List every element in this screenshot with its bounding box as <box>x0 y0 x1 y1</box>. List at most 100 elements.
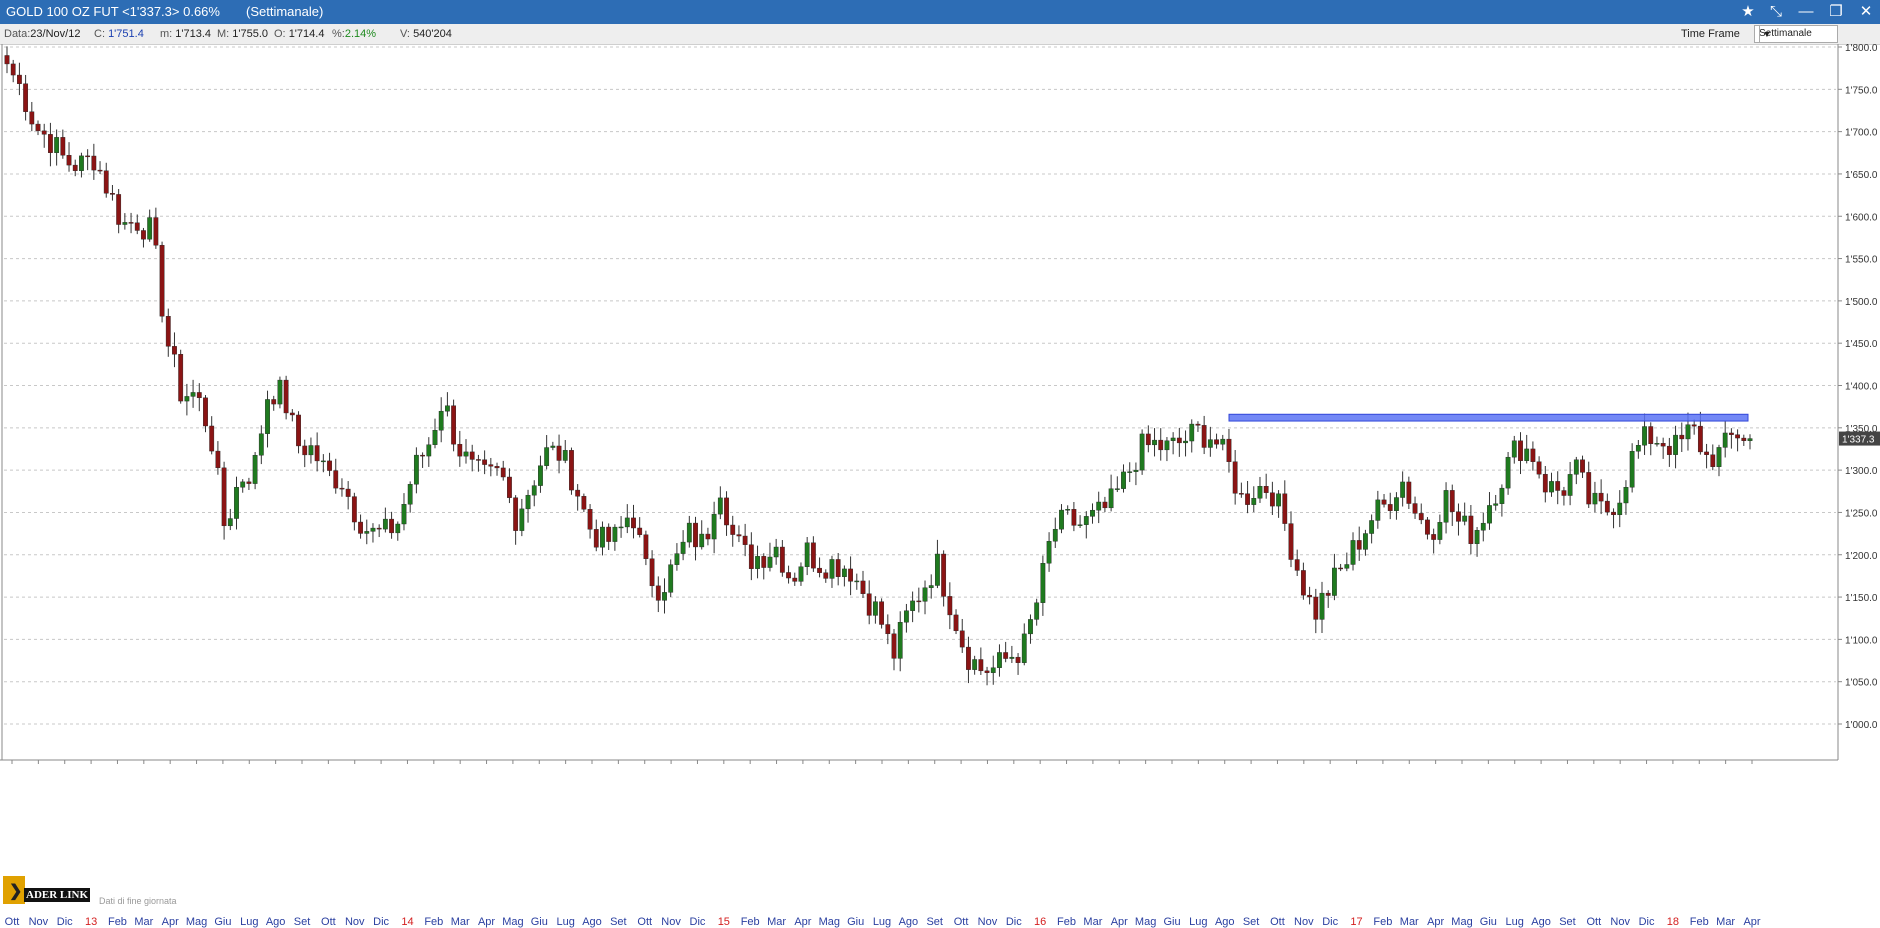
candle-down <box>1586 461 1592 508</box>
candle-down <box>358 514 363 539</box>
candle-down <box>705 527 711 546</box>
x-month-label: Lug <box>1189 916 1207 928</box>
x-month-label: Mag <box>1451 916 1472 928</box>
candle-down <box>655 576 661 613</box>
x-month-label: Ago <box>1215 916 1235 928</box>
candle-down <box>1226 428 1232 473</box>
candle-down <box>1381 494 1387 508</box>
x-month-label: Apr <box>1743 916 1760 928</box>
star-icon[interactable]: ★ <box>1738 2 1758 22</box>
candle-down <box>792 572 798 586</box>
candle-body <box>345 488 351 497</box>
candle-down <box>1015 653 1021 675</box>
timeframe-select[interactable]: Settimanale ▼ <box>1754 25 1838 43</box>
candle-up <box>1592 481 1598 513</box>
x-month-label: Mar <box>767 916 786 928</box>
candle-body <box>1300 570 1306 596</box>
candle-up <box>395 521 401 541</box>
candle-up <box>438 397 444 443</box>
candle-body <box>1586 472 1592 505</box>
candle-up <box>320 454 326 473</box>
candle-body <box>1145 433 1151 446</box>
minimize-icon[interactable]: — <box>1796 2 1816 22</box>
candle-up <box>1487 492 1492 530</box>
y-tick-label: 1'200.0 <box>1845 551 1878 562</box>
candle-up <box>1480 512 1486 542</box>
candle-body <box>1462 515 1468 522</box>
candle-down <box>60 129 66 159</box>
candle-up <box>122 213 128 230</box>
candle-body <box>382 518 388 530</box>
chevron-down-icon[interactable]: ▼ <box>1759 26 1774 42</box>
candle-body <box>1325 592 1331 596</box>
candle-down <box>1660 437 1666 459</box>
candle-body <box>699 533 705 548</box>
x-month-label: Feb <box>741 916 760 928</box>
candle-body <box>339 487 345 490</box>
candle-body <box>426 444 432 457</box>
candle-body <box>823 572 829 579</box>
candles <box>4 46 1753 686</box>
candle-down <box>1195 421 1201 432</box>
restore-icon[interactable]: ❐ <box>1826 2 1846 22</box>
candle-body <box>922 587 928 602</box>
candle-down <box>339 478 345 497</box>
candle-down <box>1735 429 1740 452</box>
candle-body <box>17 74 22 84</box>
info-date: Data:23/Nov/12 <box>4 28 81 40</box>
x-month-label: Nov <box>29 916 49 928</box>
candle-body <box>941 553 947 597</box>
candle-down <box>1542 465 1548 503</box>
candle-up <box>1474 527 1480 557</box>
candle-down <box>1325 590 1331 608</box>
candle-body <box>575 489 581 497</box>
candle-down <box>333 458 339 494</box>
candle-down <box>1728 428 1734 449</box>
candle-up <box>1276 490 1281 518</box>
candle-body <box>265 399 270 434</box>
close-icon[interactable]: ✕ <box>1856 2 1876 22</box>
candle-down <box>314 432 320 472</box>
x-month-label: Mar <box>1716 916 1735 928</box>
candle-up <box>432 418 438 449</box>
candle-up <box>1046 532 1052 572</box>
resistance-overlay[interactable] <box>1228 413 1749 422</box>
candle-body <box>1108 488 1114 509</box>
candle-body <box>1387 504 1393 511</box>
candle-body <box>1114 488 1120 490</box>
candle-down <box>637 517 643 538</box>
candle-up <box>401 493 407 531</box>
candle-down <box>476 454 481 472</box>
x-month-label: Nov <box>345 916 365 928</box>
candle-up <box>1183 430 1188 457</box>
candle-down <box>879 598 885 629</box>
candle-body <box>891 633 897 659</box>
candle-up <box>519 498 525 537</box>
candle-body <box>1332 567 1337 596</box>
candle-up <box>1065 505 1071 515</box>
y-tick-label: 1'650.0 <box>1845 170 1878 181</box>
candle-body <box>1313 596 1319 620</box>
candle-up <box>531 480 537 507</box>
candle-body <box>1685 424 1691 440</box>
candle-down <box>469 444 475 472</box>
candle-down <box>786 565 791 584</box>
candle-down <box>984 666 990 686</box>
chevron-right-icon: ❯ <box>9 883 23 900</box>
price-chart[interactable]: 1'000.0 1'050.0 1'100.0 1'150.0 1'200.0 1'250… <box>0 44 1880 928</box>
candle-up <box>1654 436 1660 447</box>
candle-up <box>1747 434 1753 450</box>
candle-up <box>1363 529 1368 556</box>
candle-body <box>122 222 128 225</box>
candle-body <box>1642 426 1647 446</box>
candle-up <box>364 519 370 545</box>
candle-up <box>1549 472 1554 497</box>
candle-body <box>897 622 903 659</box>
candle-down <box>1232 450 1238 505</box>
candle-body <box>302 445 308 456</box>
candle-body <box>494 466 500 469</box>
pin-icon[interactable]: ⤡ <box>1766 2 1786 22</box>
candle-down <box>221 461 227 540</box>
candle-body <box>711 513 717 540</box>
candle-up <box>773 538 779 565</box>
